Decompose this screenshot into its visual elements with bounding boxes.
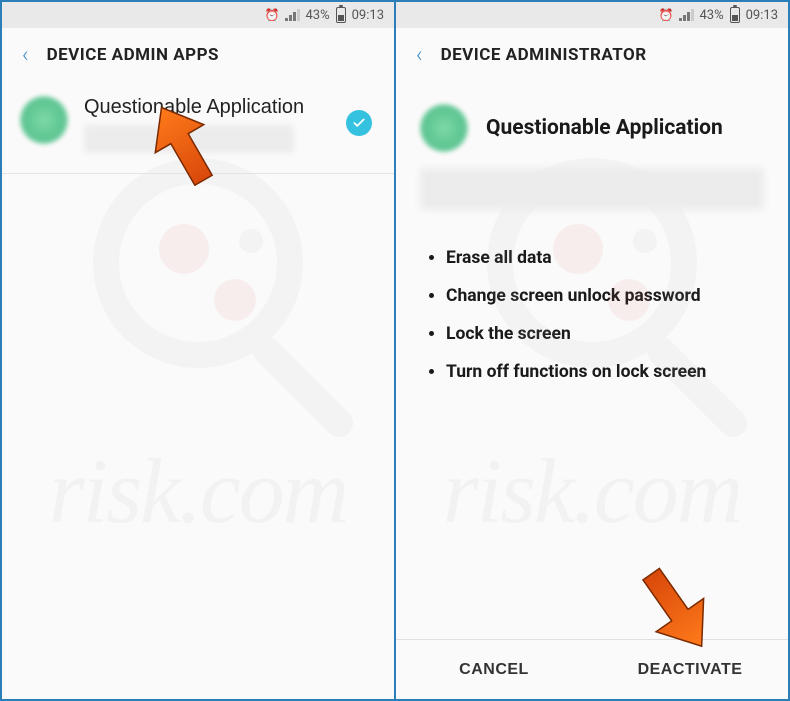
app-list-item[interactable]: Questionable Application [2,82,394,174]
alarm-icon [265,8,280,23]
app-icon [420,104,468,152]
battery-icon [730,7,740,23]
page-title: DEVICE ADMINISTRATOR [441,45,647,65]
watermark-text: risk.com [443,438,741,544]
permission-item: Change screen unlock password [446,286,764,306]
clock-text: 09:13 [352,8,384,23]
app-header-row: Questionable Application [396,82,788,162]
page-title: DEVICE ADMIN APPS [47,45,219,65]
signal-icon [285,9,299,21]
cancel-button[interactable]: CANCEL [396,640,592,699]
signal-icon [679,9,693,21]
status-bar: 43% 09:13 [2,2,394,28]
app-icon [20,96,68,144]
battery-text: 43% [699,8,723,23]
alarm-icon [659,8,674,23]
app-name-label: Questionable Application [486,116,723,140]
permission-item: Erase all data [446,248,764,268]
status-bar: 43% 09:13 [396,2,788,28]
permissions-list: Erase all data Change screen unlock pass… [396,218,788,382]
battery-icon [336,7,346,23]
description-blurred [420,168,764,210]
battery-text: 43% [305,8,329,23]
deactivate-button[interactable]: DEACTIVATE [592,640,788,699]
checkmark-icon[interactable] [346,110,372,136]
watermark-text: risk.com [49,438,347,544]
app-subtitle-blurred [84,125,294,153]
app-name-label: Questionable Application [84,96,376,119]
header: ‹ DEVICE ADMINISTRATOR [396,28,788,82]
back-icon[interactable]: ‹ [22,43,29,68]
header: ‹ DEVICE ADMIN APPS [2,28,394,82]
permission-item: Lock the screen [446,324,764,344]
permission-item: Turn off functions on lock screen [446,362,764,382]
screen-device-administrator: risk.com 43% 09:13 ‹ DEVICE ADMINISTRATO… [396,2,788,699]
clock-text: 09:13 [746,8,778,23]
screen-device-admin-apps: risk.com 43% 09:13 ‹ DEVICE ADMIN APPS Q… [2,2,396,699]
back-icon[interactable]: ‹ [416,43,423,68]
bottom-action-bar: CANCEL DEACTIVATE [396,639,788,699]
